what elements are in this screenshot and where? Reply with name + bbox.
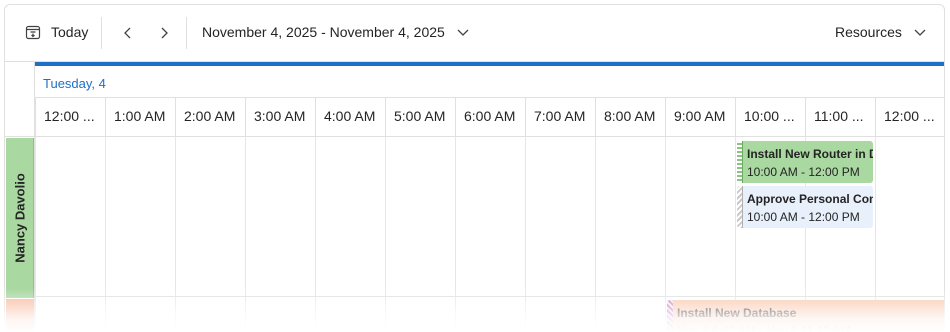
date-header: Tuesday, 4 <box>35 66 944 98</box>
today-label: Today <box>51 24 89 40</box>
appointment-approve-personal-computer[interactable]: Approve Personal Com 10:00 AM - 12:00 PM <box>737 186 873 228</box>
hour-header-cell: 3:00 AM <box>245 98 315 136</box>
hour-header-cell: 9:00 AM <box>665 98 735 136</box>
toolbar-divider <box>101 17 102 49</box>
resource-name: Nancy Davolio <box>12 173 27 263</box>
appointment-time: Nov 4 9:45 AM - Nov 5 11:15 AM <box>677 324 851 332</box>
hour-header-cell: 10:00 ... <box>735 98 805 136</box>
grid-line <box>175 137 176 332</box>
grid-line <box>525 137 526 332</box>
calendar-today-icon <box>25 24 41 40</box>
scheduler: Today November 4, 2025 - November 4, 202… <box>4 4 945 332</box>
hour-header-cell: 5:00 AM <box>385 98 455 136</box>
today-button[interactable]: Today <box>25 24 88 40</box>
resources-label: Resources <box>835 24 902 40</box>
appointment-time: 10:00 AM - 12:00 PM <box>747 210 860 224</box>
grid-line <box>385 137 386 332</box>
resources-dropdown[interactable]: Resources <box>835 24 928 40</box>
hour-header-cell: 8:00 AM <box>595 98 665 136</box>
hour-header-cell: 2:00 AM <box>175 98 245 136</box>
resource-header-corner <box>5 62 35 137</box>
grid-line <box>455 137 456 332</box>
grid-line <box>665 137 666 332</box>
chevron-down-icon <box>455 24 471 40</box>
grid-line <box>245 137 246 332</box>
status-stripe <box>667 300 673 332</box>
hour-header-cell: 7:00 AM <box>525 98 595 136</box>
date-range-dropdown[interactable]: November 4, 2025 - November 4, 2025 <box>202 24 471 40</box>
appointment-time: 10:00 AM - 12:00 PM <box>747 165 860 179</box>
grid-line <box>35 137 36 332</box>
chevron-right-icon <box>156 25 172 41</box>
prev-button[interactable] <box>120 25 136 41</box>
grid-line <box>315 137 316 332</box>
status-stripe <box>737 186 743 228</box>
appointment-title: Approve Personal Com <box>747 192 873 206</box>
status-stripe <box>737 141 743 183</box>
resource-header-nancy-davolio[interactable]: Nancy Davolio <box>6 138 34 298</box>
hour-header-cell: 12:00 ... <box>35 98 105 136</box>
resource-column: Nancy Davolio <box>5 62 35 332</box>
hours-header: 12:00 ... 1:00 AM 2:00 AM 3:00 AM 4:00 A… <box>35 98 944 137</box>
next-button[interactable] <box>156 25 172 41</box>
timeline-grid[interactable]: Install New Router in D 10:00 AM - 12:00… <box>35 137 944 332</box>
appointment-title: Install New Database <box>677 306 797 320</box>
chevron-left-icon <box>120 25 136 41</box>
resource-header-second[interactable] <box>6 299 34 332</box>
grid-line <box>105 137 106 332</box>
appointment-install-new-database[interactable]: Install New Database Nov 4 9:45 AM - Nov… <box>667 300 944 332</box>
toolbar-divider <box>186 17 187 49</box>
hour-header-cell: 4:00 AM <box>315 98 385 136</box>
scheduler-toolbar: Today November 4, 2025 - November 4, 202… <box>5 5 944 62</box>
appointment-install-router[interactable]: Install New Router in D 10:00 AM - 12:00… <box>737 141 873 183</box>
hour-header-cell: 11:00 ... <box>805 98 875 136</box>
date-header-label[interactable]: Tuesday, 4 <box>43 76 106 91</box>
date-range-label: November 4, 2025 - November 4, 2025 <box>202 24 445 40</box>
hour-header-cell: 6:00 AM <box>455 98 525 136</box>
chevron-down-icon <box>912 24 928 40</box>
resource-row-separator <box>35 296 944 297</box>
grid-line <box>595 137 596 332</box>
hour-header-cell: 1:00 AM <box>105 98 175 136</box>
appointment-title: Install New Router in D <box>747 147 873 161</box>
hour-header-cell: 12:00 ... <box>875 98 944 136</box>
